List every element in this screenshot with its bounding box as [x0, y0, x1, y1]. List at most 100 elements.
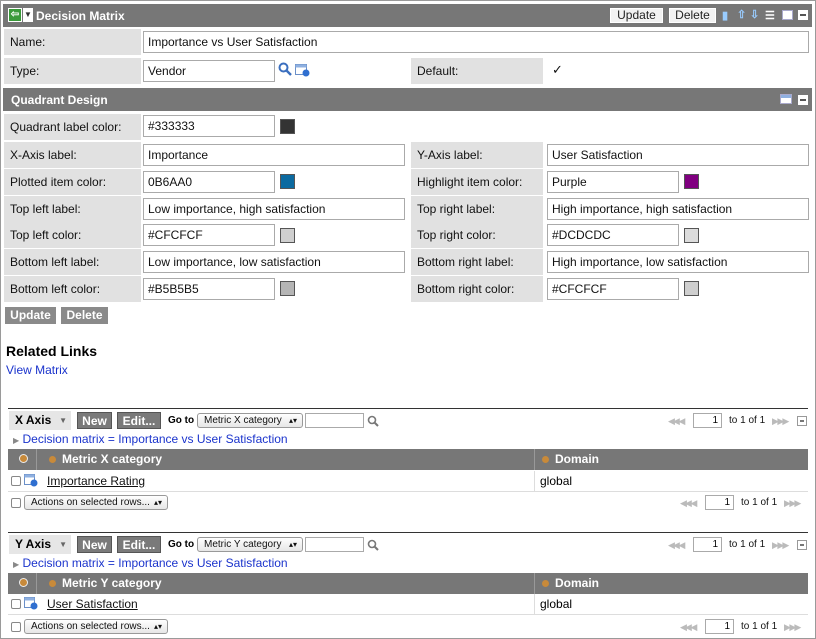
y-axis-actions-select[interactable]: Actions on selected rows... ▴▾ — [24, 619, 168, 634]
menu-dropdown-icon[interactable]: ▼ — [23, 8, 33, 22]
x-axis-goto-input[interactable] — [305, 413, 364, 428]
quadrant-label-color-label: Quadrant label color: — [4, 114, 141, 140]
x-axis-filter[interactable]: ▶ Decision matrix = Importance vs User S… — [13, 432, 288, 446]
highlight-item-color-swatch[interactable] — [684, 174, 699, 189]
x-axis-row-metric-link[interactable]: Importance Rating — [47, 474, 145, 488]
y-axis-page-input[interactable]: 1 — [693, 537, 722, 552]
header-delete-button[interactable]: Delete — [669, 8, 716, 23]
y-axis-domain-sort-icon[interactable] — [542, 580, 549, 587]
bottom-right-label-label: Bottom right label: — [411, 249, 543, 275]
x-axis-new-button[interactable]: New — [77, 412, 112, 429]
y-axis-sort-icon[interactable] — [49, 580, 56, 587]
bottom-right-color-swatch[interactable] — [684, 281, 699, 296]
name-field[interactable]: Importance vs User Satisfaction — [143, 31, 809, 53]
top-left-label-field[interactable]: Low importance, high satisfaction — [143, 198, 405, 220]
x-axis-label-field[interactable]: Importance — [143, 144, 405, 166]
y-axis-next-last-icon[interactable]: ▶ ▶▶ — [772, 540, 789, 551]
collapse-icon[interactable] — [798, 10, 808, 20]
list-icon[interactable]: ☰ — [765, 9, 775, 22]
y-axis-row-record-icon[interactable] — [24, 597, 38, 610]
y-axis-goto-select[interactable]: Metric Y category ▴▾ — [197, 537, 303, 552]
trash-icon[interactable]: ▮ — [722, 9, 728, 22]
bottom-right-label-field[interactable]: High importance, low satisfaction — [547, 251, 809, 273]
x-axis-page-input[interactable]: 1 — [693, 413, 722, 428]
bottom-left-label-field[interactable]: Low importance, low satisfaction — [143, 251, 405, 273]
default-checkbox[interactable]: ✓ — [552, 62, 563, 78]
lookup-icon[interactable] — [295, 63, 310, 77]
x-axis-col-metric[interactable]: Metric X category — [62, 452, 162, 466]
delete-button[interactable]: Delete — [61, 307, 108, 324]
bottom-right-color-field[interactable]: #CFCFCF — [547, 278, 679, 300]
y-axis-footer-first-prev-icon[interactable]: ◀◀ ◀ — [680, 622, 697, 633]
calendar-icon[interactable] — [780, 94, 792, 104]
x-axis-edit-button[interactable]: Edit... — [117, 412, 161, 429]
y-axis-filter-text[interactable]: Decision matrix = Importance vs User Sat… — [23, 556, 288, 570]
y-axis-filter[interactable]: ▶ Decision matrix = Importance vs User S… — [13, 556, 288, 570]
y-axis-row-divider — [534, 594, 535, 615]
x-axis-col-domain[interactable]: Domain — [555, 452, 599, 466]
top-left-color-field[interactable]: #CFCFCF — [143, 224, 275, 246]
y-axis-dropdown-icon[interactable]: ▼ — [59, 535, 67, 554]
x-axis-footer-first-prev-icon[interactable]: ◀◀ ◀ — [680, 498, 697, 509]
y-axis-footer-next-last-icon[interactable]: ▶ ▶▶ — [784, 622, 801, 633]
y-axis-label-field[interactable]: User Satisfaction — [547, 144, 809, 166]
quadrant-label-color-field[interactable]: #333333 — [143, 115, 275, 137]
y-axis-col-domain[interactable]: Domain — [555, 576, 599, 590]
bottom-left-color-field[interactable]: #B5B5B5 — [143, 278, 275, 300]
y-axis-footer-page-input[interactable]: 1 — [705, 619, 734, 634]
y-axis-first-prev-icon[interactable]: ◀◀ ◀ — [668, 540, 685, 551]
x-axis-collapse-icon[interactable] — [797, 416, 807, 426]
y-axis-goto-search-icon[interactable] — [367, 539, 379, 554]
x-axis-filter-text[interactable]: Decision matrix = Importance vs User Sat… — [23, 432, 288, 446]
x-axis-row-record-icon[interactable] — [24, 474, 38, 487]
y-axis-header-divider-2 — [534, 573, 535, 594]
x-axis-goto-search-icon[interactable] — [367, 415, 379, 430]
x-axis-section-title: X Axis ▼ — [9, 411, 71, 430]
quadrant-section-title: Quadrant Design — [11, 93, 108, 107]
top-right-color-field[interactable]: #DCDCDC — [547, 224, 679, 246]
x-axis-first-prev-icon[interactable]: ◀◀ ◀ — [668, 416, 685, 427]
x-axis-sort-icon[interactable] — [49, 456, 56, 463]
top-left-color-swatch[interactable] — [280, 228, 295, 243]
update-button[interactable]: Update — [5, 307, 56, 324]
x-axis-goto-select[interactable]: Metric X category ▴▾ — [197, 413, 303, 428]
quadrant-label-color-swatch[interactable] — [280, 119, 295, 134]
y-axis-goto-input[interactable] — [305, 537, 364, 552]
y-axis-col-metric[interactable]: Metric Y category — [62, 576, 162, 590]
type-field[interactable]: Vendor — [143, 60, 275, 82]
search-icon[interactable] — [278, 62, 292, 76]
x-axis-footer-next-last-icon[interactable]: ▶ ▶▶ — [784, 498, 801, 509]
top-left-label-label: Top left label: — [4, 196, 141, 222]
select-caret-icon: ▴▾ — [288, 416, 297, 425]
y-axis-select-all-icon[interactable] — [19, 578, 28, 587]
x-axis-domain-sort-icon[interactable] — [542, 456, 549, 463]
y-axis-footer-checkbox[interactable] — [11, 622, 21, 632]
y-axis-grid-header: Metric Y category Domain — [8, 573, 808, 594]
move-up-icon[interactable]: ⇧ — [737, 8, 746, 21]
y-axis-collapse-icon[interactable] — [797, 540, 807, 550]
header-update-button[interactable]: Update — [610, 8, 663, 23]
x-axis-next-last-icon[interactable]: ▶ ▶▶ — [772, 416, 789, 427]
x-axis-footer-page-input[interactable]: 1 — [705, 495, 734, 510]
y-axis-row-checkbox[interactable] — [11, 599, 21, 609]
y-axis-new-button[interactable]: New — [77, 536, 112, 553]
y-axis-label-label: Y-Axis label: — [411, 142, 543, 168]
highlight-item-color-field[interactable]: Purple — [547, 171, 679, 193]
x-axis-row-checkbox[interactable] — [11, 476, 21, 486]
x-axis-footer-checkbox[interactable] — [11, 498, 21, 508]
quadrant-collapse-icon[interactable] — [798, 95, 808, 105]
plotted-item-color-field[interactable]: 0B6AA0 — [143, 171, 275, 193]
top-right-color-swatch[interactable] — [684, 228, 699, 243]
move-down-icon[interactable]: ⇩ — [750, 8, 759, 21]
window-icon[interactable] — [782, 10, 793, 20]
back-icon[interactable]: ⇦ — [8, 8, 22, 22]
view-matrix-link[interactable]: View Matrix — [6, 363, 68, 377]
y-axis-edit-button[interactable]: Edit... — [117, 536, 161, 553]
top-right-label-field[interactable]: High importance, high satisfaction — [547, 198, 809, 220]
plotted-item-color-swatch[interactable] — [280, 174, 295, 189]
x-axis-select-all-icon[interactable] — [19, 454, 28, 463]
y-axis-row-metric-link[interactable]: User Satisfaction — [47, 597, 138, 611]
x-axis-actions-select[interactable]: Actions on selected rows... ▴▾ — [24, 495, 168, 510]
bottom-left-color-swatch[interactable] — [280, 281, 295, 296]
x-axis-dropdown-icon[interactable]: ▼ — [59, 411, 67, 430]
